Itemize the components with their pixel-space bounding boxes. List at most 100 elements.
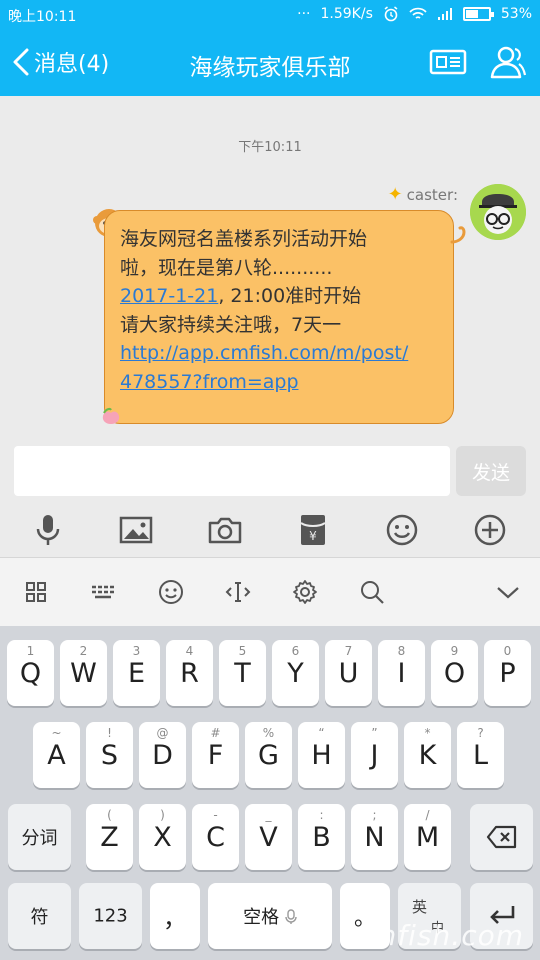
key-secondary-label: 3 bbox=[132, 644, 141, 658]
keyboard-icon[interactable] bbox=[89, 578, 117, 606]
message-bubble[interactable]: 海友网冠名盖楼系列活动开始 啦，现在是第八轮.......... 2017-1-… bbox=[104, 210, 454, 424]
settings-icon[interactable] bbox=[291, 578, 319, 606]
key-v[interactable]: _ V bbox=[245, 804, 292, 870]
key-g[interactable]: % G bbox=[245, 722, 292, 788]
key-w[interactable]: 2W bbox=[60, 640, 107, 706]
fenci-label: 分词 bbox=[21, 828, 58, 849]
status-dots: ··· bbox=[297, 6, 311, 22]
grid-icon[interactable] bbox=[22, 578, 50, 606]
emoji-icon[interactable] bbox=[384, 512, 420, 548]
red-packet-icon[interactable]: ¥ bbox=[295, 512, 331, 548]
symbols-key[interactable]: 符 bbox=[8, 883, 71, 949]
chat-area[interactable]: 下午10:11 ✦ caster: 海友网冠名盖楼系列活动开始 啦，现在是第八轮… bbox=[0, 96, 540, 440]
collapse-icon[interactable] bbox=[494, 578, 522, 606]
avatar-image bbox=[470, 184, 526, 240]
date-link[interactable]: 2017-1-21 bbox=[120, 285, 218, 307]
key-j[interactable]: ” J bbox=[351, 722, 398, 788]
key-secondary-label: ) bbox=[160, 808, 165, 822]
key-secondary-label: 5 bbox=[238, 644, 247, 658]
sender-label: caster: bbox=[406, 185, 458, 204]
key-secondary-label: ( bbox=[107, 808, 112, 822]
send-button[interactable]: 发送 bbox=[456, 446, 526, 496]
key-c[interactable]: -C bbox=[192, 804, 239, 870]
key-y[interactable]: 6Y bbox=[272, 640, 319, 706]
monkey-tail-decoration-icon bbox=[450, 226, 466, 244]
chat-header: 消息(4) 海缘玩家俱乐部 bbox=[0, 30, 540, 96]
key-z[interactable]: (Z bbox=[86, 804, 133, 870]
key-d[interactable]: @ D bbox=[139, 722, 186, 788]
alarm-icon bbox=[384, 6, 398, 22]
key-secondary-label: / bbox=[425, 808, 430, 822]
backspace-key[interactable] bbox=[470, 804, 533, 870]
message-line-3-rest: , 21:00准时开始 bbox=[218, 285, 362, 307]
battery-icon bbox=[462, 7, 494, 21]
key-h[interactable]: “H bbox=[298, 722, 345, 788]
key-label: R bbox=[180, 658, 199, 689]
key-label: W bbox=[70, 658, 97, 689]
network-speed: 1.59K/s bbox=[320, 6, 373, 22]
key-secondary-label: ~ bbox=[51, 726, 62, 740]
key-q[interactable]: 1Q bbox=[7, 640, 54, 706]
key-label: O bbox=[443, 658, 466, 689]
key-i[interactable]: 8I bbox=[378, 640, 425, 706]
smiley-icon[interactable] bbox=[157, 578, 185, 606]
plus-icon[interactable] bbox=[472, 512, 508, 548]
comma-key[interactable]: ， bbox=[150, 883, 200, 949]
key-label: S bbox=[100, 740, 119, 771]
key-f[interactable]: # F bbox=[192, 722, 239, 788]
key-r[interactable]: 4R bbox=[166, 640, 213, 706]
key-t[interactable]: 5T bbox=[219, 640, 266, 706]
key-p[interactable]: 0P bbox=[484, 640, 531, 706]
key-label: X bbox=[153, 822, 172, 853]
sender-name: ✦ caster: bbox=[388, 184, 458, 205]
url-link-part-1[interactable]: http://app.cmfish.com/m/post/ bbox=[120, 342, 408, 364]
search-icon[interactable] bbox=[358, 578, 386, 606]
fenci-key[interactable]: 分词 bbox=[8, 804, 71, 870]
key-o[interactable]: 9O bbox=[431, 640, 478, 706]
space-label-row: 空格 bbox=[208, 903, 332, 929]
key-n[interactable]: ; N bbox=[351, 804, 398, 870]
numbers-key[interactable]: 123 bbox=[79, 883, 142, 949]
key-x[interactable]: ) X bbox=[139, 804, 186, 870]
key-m[interactable]: / M bbox=[404, 804, 451, 870]
key-label: K bbox=[418, 740, 437, 771]
profile-card-icon[interactable] bbox=[428, 44, 468, 80]
key-secondary-label: @ bbox=[156, 726, 169, 740]
image-icon[interactable] bbox=[118, 512, 154, 548]
key-l[interactable]: ? L bbox=[457, 722, 504, 788]
space-key[interactable]: 空格 bbox=[208, 883, 332, 949]
message-input[interactable] bbox=[14, 446, 450, 496]
key-s[interactable]: ! S bbox=[86, 722, 133, 788]
key-label: D bbox=[152, 740, 173, 771]
svg-text:¥: ¥ bbox=[309, 529, 317, 543]
key-a[interactable]: ~ A bbox=[33, 722, 80, 788]
cursor-icon[interactable] bbox=[224, 578, 252, 606]
key-secondary-label: 7 bbox=[344, 644, 353, 658]
battery-percent: 53% bbox=[500, 6, 532, 22]
backspace-icon bbox=[486, 825, 517, 849]
key-u[interactable]: 7U bbox=[325, 640, 372, 706]
avatar[interactable] bbox=[470, 184, 526, 240]
url-link-part-2[interactable]: 478557?from=app bbox=[120, 371, 299, 393]
key-secondary-label: ! bbox=[107, 726, 112, 740]
camera-icon[interactable] bbox=[207, 512, 243, 548]
key-e[interactable]: 3E bbox=[113, 640, 160, 706]
key-b[interactable]: :B bbox=[298, 804, 345, 870]
group-members-icon[interactable] bbox=[488, 44, 528, 80]
key-label: M bbox=[415, 822, 440, 853]
key-secondary-label: : bbox=[319, 808, 324, 822]
microphone-icon[interactable] bbox=[30, 512, 66, 548]
key-label: B bbox=[312, 822, 331, 853]
key-secondary-label: - bbox=[213, 808, 218, 822]
key-k[interactable]: * K bbox=[404, 722, 451, 788]
message-line-2: 啦，现在是第八轮.......... bbox=[120, 256, 333, 279]
key-label: A bbox=[47, 740, 66, 771]
key-secondary-label: 9 bbox=[450, 644, 459, 658]
key-label: H bbox=[311, 740, 332, 771]
keyboard: 1Q2W3E4R5T6Y7U8I9O0P ~ A! S @ D # F% G “H” J * K? L … bbox=[0, 626, 540, 960]
key-label: N bbox=[364, 822, 385, 853]
key-secondary-label: 8 bbox=[397, 644, 406, 658]
wifi-icon bbox=[409, 7, 427, 19]
status-bar: 晚上10:11 ··· 1.59K/s 53% bbox=[0, 0, 540, 30]
key-secondary-label: _ bbox=[265, 808, 272, 822]
